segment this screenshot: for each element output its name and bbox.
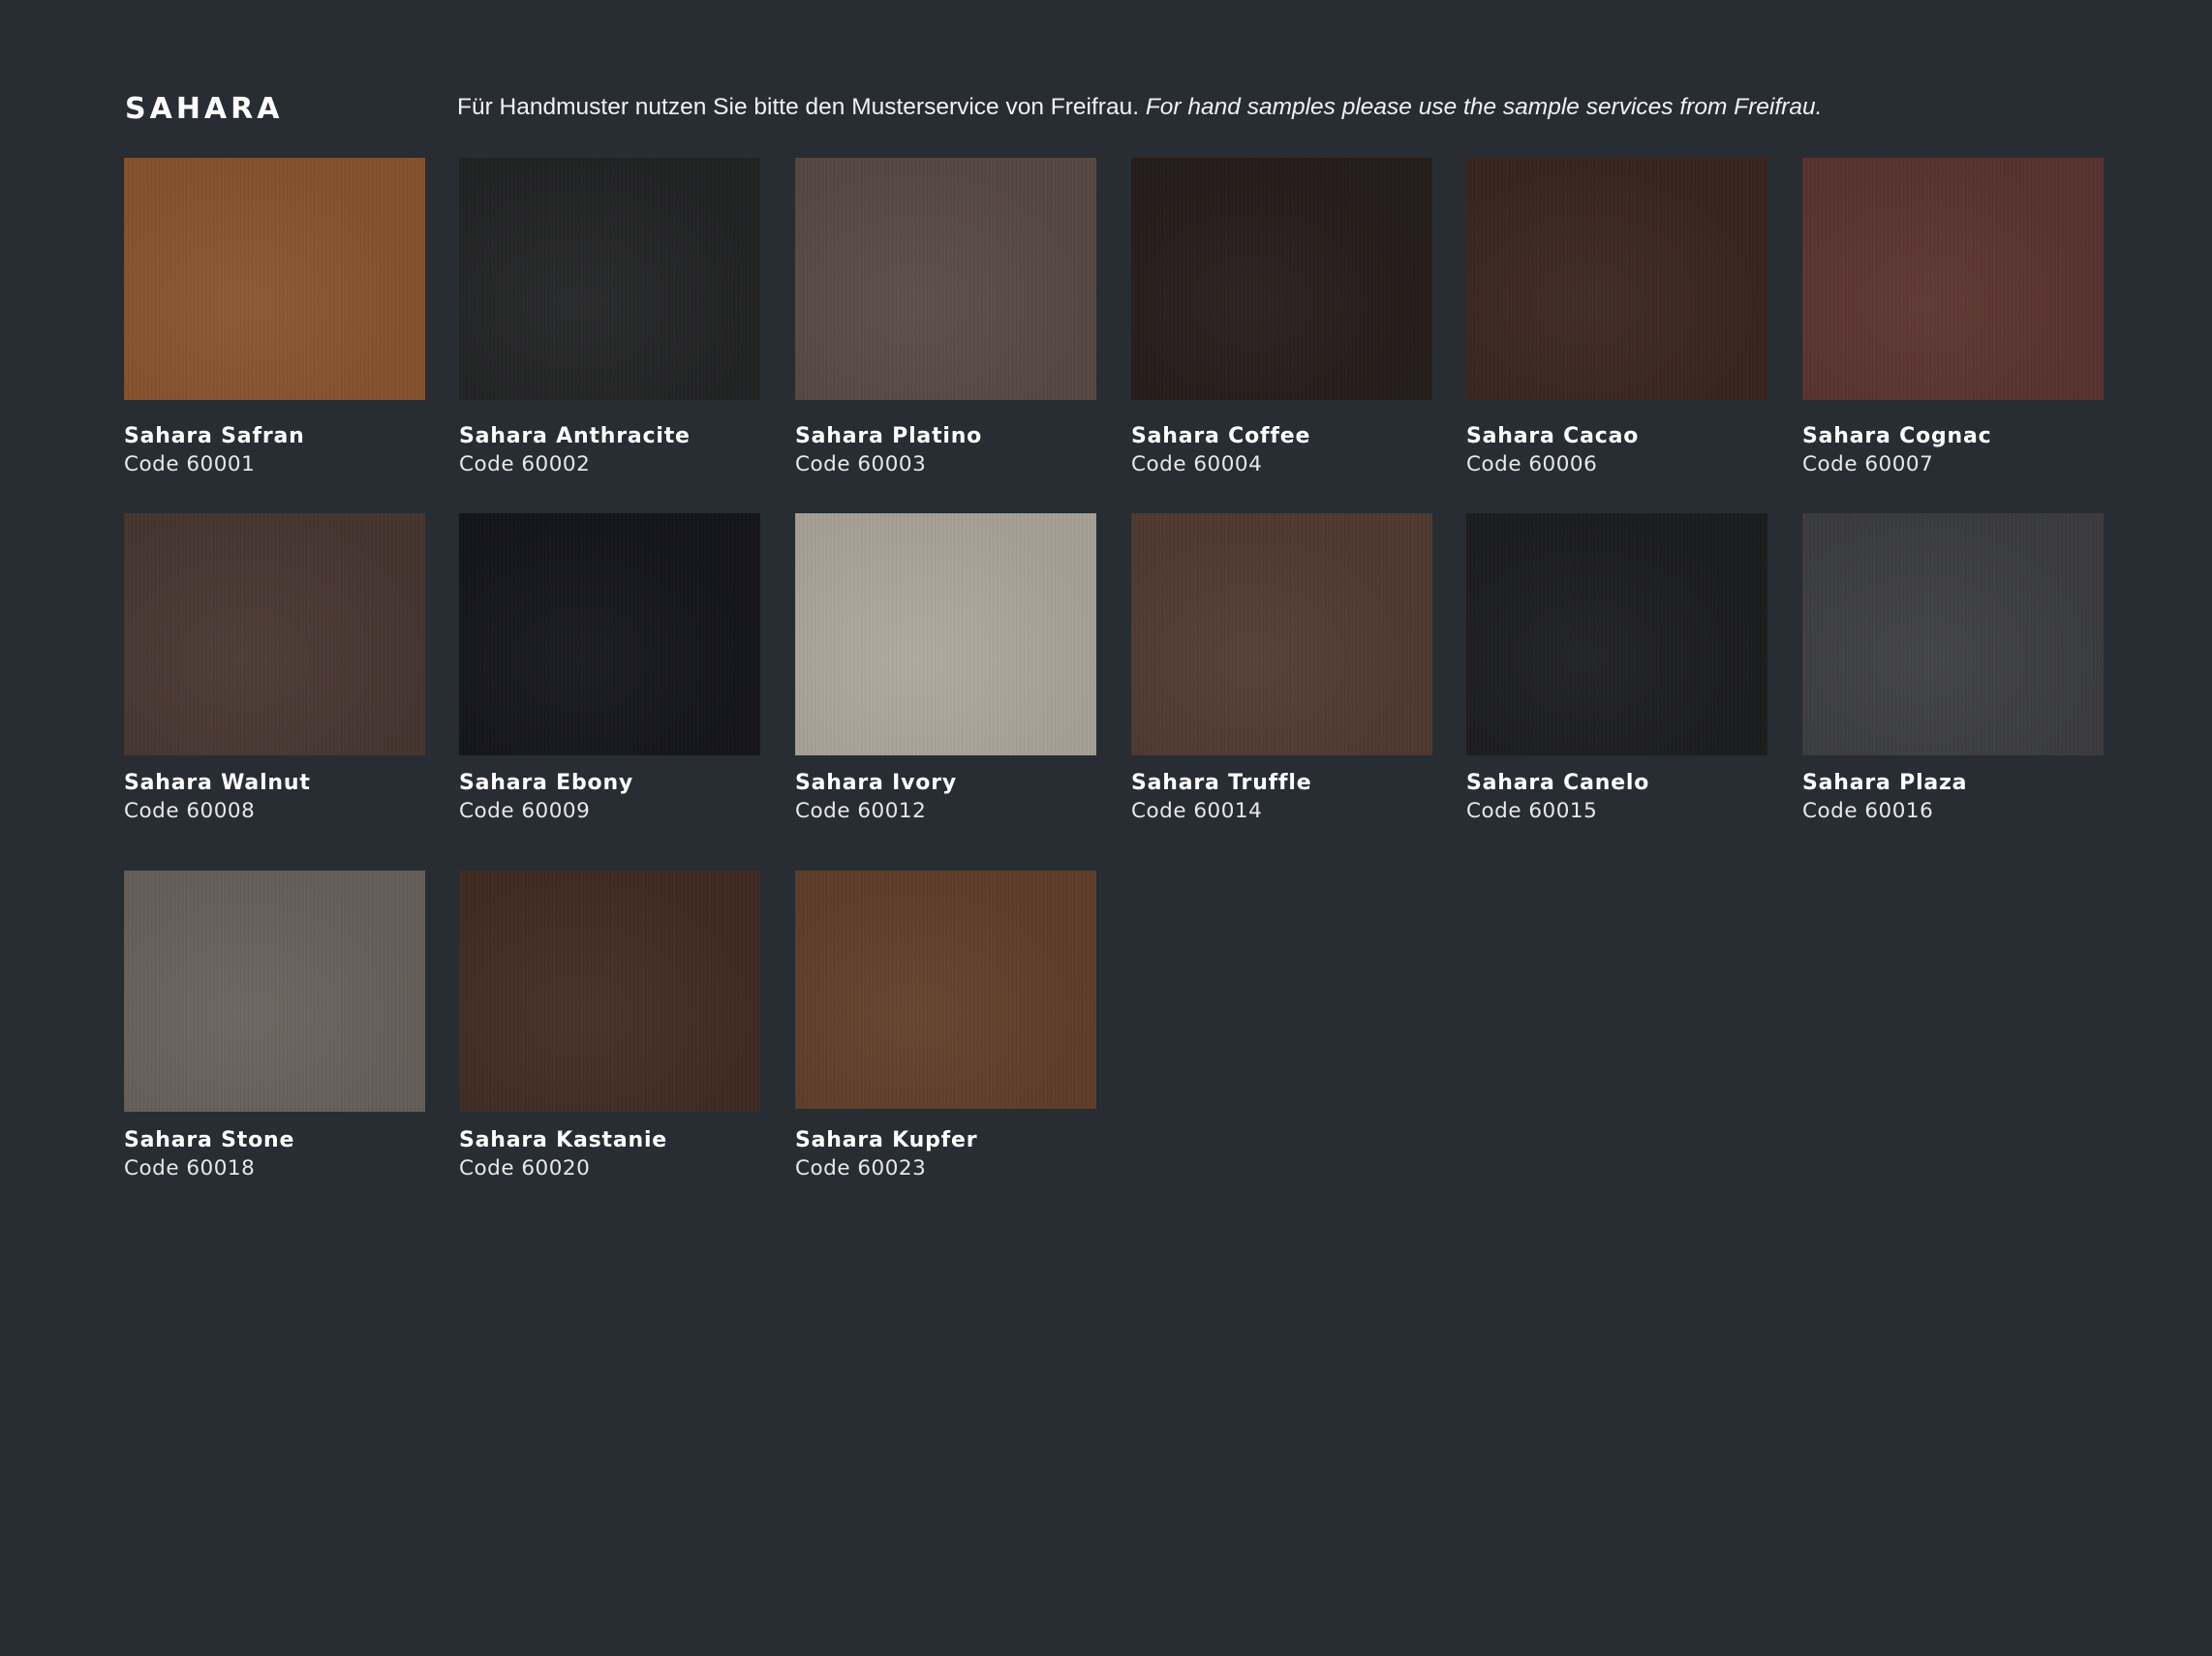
swatch-code: Code 60014	[1131, 799, 1263, 823]
swatch-name: Sahara Stone	[124, 1128, 295, 1152]
sample-service-notice: Für Handmuster nutzen Sie bitte den Must…	[457, 93, 1822, 122]
swatch-name: Sahara Ebony	[459, 771, 634, 795]
swatch-card[interactable]: Sahara Kupfer Code 60023	[795, 871, 1096, 1183]
swatch-card[interactable]: Sahara Safran Code 60001	[124, 158, 425, 479]
swatch-code: Code 60006	[1466, 452, 1598, 476]
swatch-image	[124, 871, 425, 1112]
swatch-image	[1131, 158, 1432, 400]
swatch-name: Sahara Walnut	[124, 771, 311, 795]
swatch-name: Sahara Coffee	[1131, 424, 1311, 448]
swatch-card[interactable]: Sahara Kastanie Code 60020	[459, 871, 760, 1183]
swatch-code: Code 60008	[124, 799, 256, 823]
swatch-image	[1131, 513, 1432, 755]
swatch-card[interactable]: Sahara Ivory Code 60012	[795, 513, 1096, 826]
swatch-code: Code 60020	[459, 1156, 591, 1181]
swatch-code: Code 60003	[795, 452, 927, 476]
swatch-card[interactable]: Sahara Truffle Code 60014	[1131, 513, 1432, 826]
swatch-image	[1466, 158, 1767, 400]
swatch-image	[459, 513, 760, 755]
swatch-code: Code 60004	[1131, 452, 1263, 476]
swatch-name: Sahara Truffle	[1131, 771, 1312, 795]
page-header: SAHARA Für Handmuster nutzen Sie bitte d…	[124, 91, 2109, 130]
collection-title: SAHARA	[125, 92, 284, 126]
swatch-name: Sahara Kastanie	[459, 1128, 668, 1152]
swatch-code: Code 60023	[795, 1156, 927, 1181]
swatch-image	[124, 158, 425, 400]
notice-english: For hand samples please use the sample s…	[1145, 94, 1823, 120]
swatch-name: Sahara Platino	[795, 424, 983, 448]
swatch-image	[795, 158, 1096, 400]
swatch-name: Sahara Canelo	[1466, 771, 1650, 795]
swatch-card[interactable]: Sahara Platino Code 60003	[795, 158, 1096, 479]
swatch-card[interactable]: Sahara Coffee Code 60004	[1131, 158, 1432, 479]
swatch-image	[1466, 513, 1767, 755]
swatch-card[interactable]: Sahara Stone Code 60018	[124, 871, 425, 1183]
swatch-image	[459, 158, 760, 400]
swatch-code: Code 60012	[795, 799, 927, 823]
notice-german: Für Handmuster nutzen Sie bitte den Must…	[457, 94, 1140, 120]
swatch-name: Sahara Safran	[124, 424, 305, 448]
swatch-image	[1802, 513, 2104, 755]
swatch-code: Code 60001	[124, 452, 256, 476]
swatch-card[interactable]: Sahara Cognac Code 60007	[1802, 158, 2104, 479]
swatch-card[interactable]: Sahara Canelo Code 60015	[1466, 513, 1767, 826]
swatch-card[interactable]: Sahara Walnut Code 60008	[124, 513, 425, 826]
swatch-name: Sahara Ivory	[795, 771, 957, 795]
swatch-code: Code 60007	[1802, 452, 1934, 476]
swatch-code: Code 60018	[124, 1156, 256, 1181]
swatch-card[interactable]: Sahara Plaza Code 60016	[1802, 513, 2104, 826]
swatch-image	[124, 513, 425, 755]
swatch-name: Sahara Kupfer	[795, 1128, 978, 1152]
swatch-name: Sahara Cognac	[1802, 424, 1992, 448]
swatch-code: Code 60009	[459, 799, 591, 823]
swatch-image	[795, 871, 1096, 1109]
swatch-image	[1802, 158, 2104, 400]
swatch-code: Code 60016	[1802, 799, 1934, 823]
swatch-card[interactable]: Sahara Anthracite Code 60002	[459, 158, 760, 479]
swatch-name: Sahara Plaza	[1802, 771, 1968, 795]
swatch-card[interactable]: Sahara Ebony Code 60009	[459, 513, 760, 826]
swatch-code: Code 60015	[1466, 799, 1598, 823]
swatch-code: Code 60002	[459, 452, 591, 476]
swatch-card[interactable]: Sahara Cacao Code 60006	[1466, 158, 1767, 479]
swatch-image	[795, 513, 1096, 755]
swatch-name: Sahara Anthracite	[459, 424, 691, 448]
swatch-image	[459, 871, 760, 1112]
swatch-name: Sahara Cacao	[1466, 424, 1640, 448]
